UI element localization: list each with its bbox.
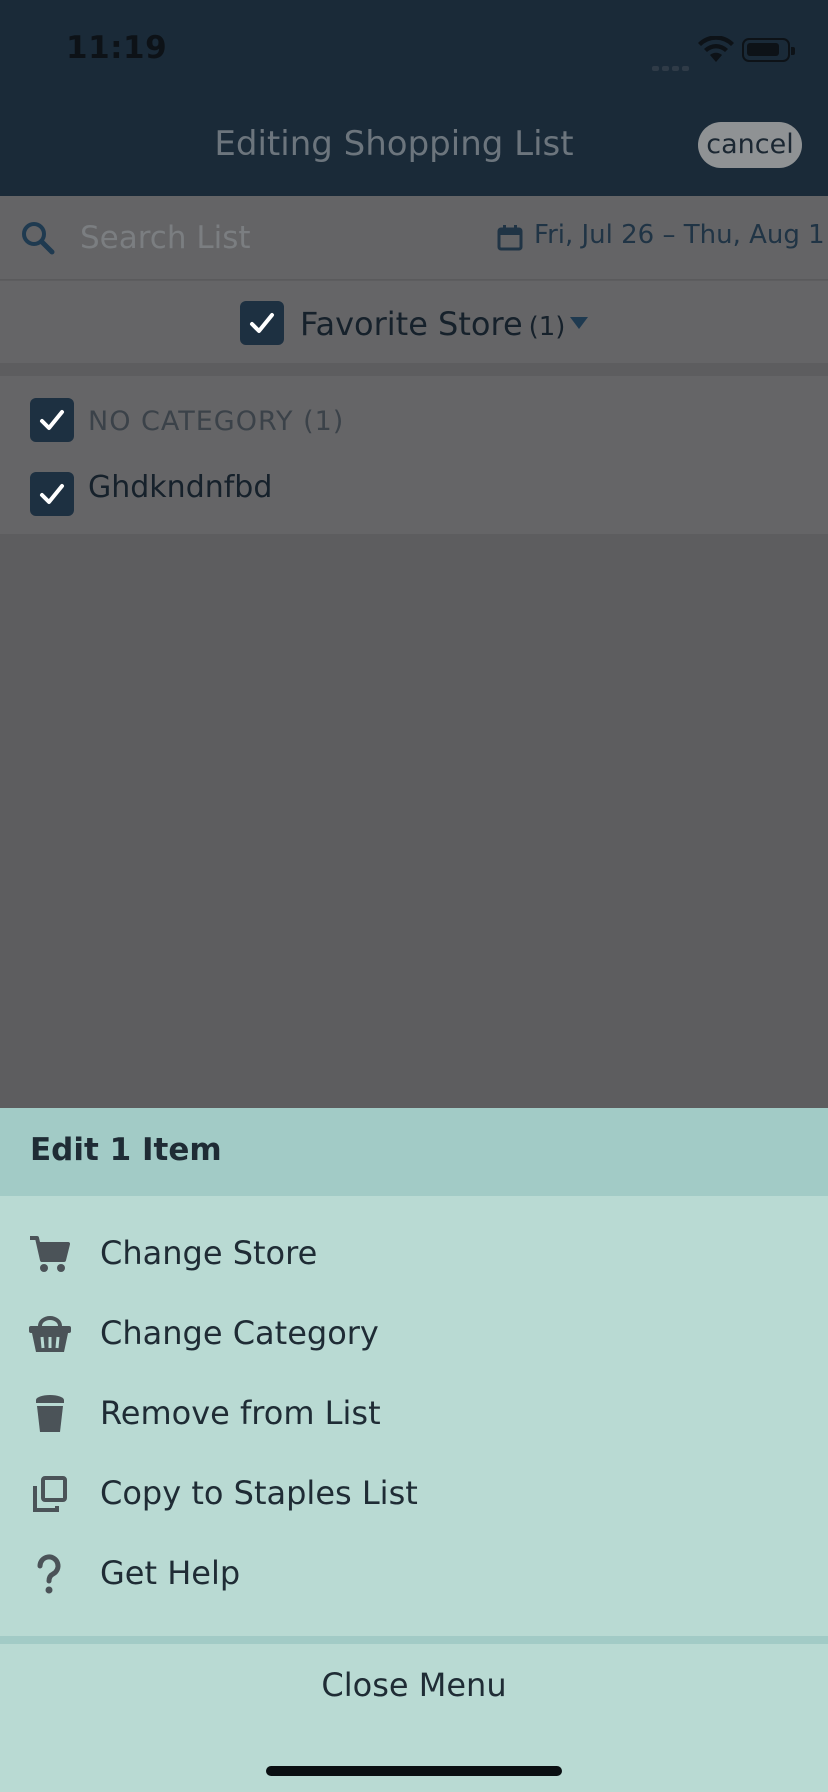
action-menu: Change Store Change Category Remove from… [0, 1196, 828, 1636]
cancel-button[interactable]: cancel [698, 122, 802, 168]
item-checkbox[interactable] [30, 472, 74, 516]
checkmark-icon [40, 484, 64, 504]
cart-icon [30, 1236, 70, 1272]
menu-item-label: Get Help [100, 1554, 241, 1592]
search-icon [22, 222, 55, 255]
divider [0, 1636, 828, 1644]
date-range[interactable]: Fri, Jul 26 – Thu, Aug 1 [534, 220, 825, 250]
menu-title: Edit 1 Item [30, 1132, 222, 1168]
status-bar: 11:19 [0, 0, 828, 100]
change-category-button[interactable]: Change Category [0, 1294, 828, 1374]
checkmark-icon [250, 313, 274, 333]
home-indicator[interactable] [266, 1766, 562, 1776]
list-item[interactable]: Ghdkndnfbd [88, 470, 272, 505]
get-help-button[interactable]: Get Help [0, 1534, 828, 1614]
checkmark-icon [40, 410, 64, 430]
category-header: NO CATEGORY (1) [88, 406, 345, 437]
wifi-icon [698, 36, 734, 62]
basket-icon [29, 1316, 71, 1352]
change-store-button[interactable]: Change Store [0, 1214, 828, 1294]
menu-item-label: Remove from List [100, 1394, 381, 1432]
battery-icon [742, 38, 795, 62]
question-icon [37, 1554, 61, 1594]
close-menu-button[interactable]: Close Menu [0, 1666, 828, 1704]
copy-icon [33, 1476, 67, 1512]
dropdown-arrow-icon[interactable] [568, 315, 590, 331]
store-count: (1) [528, 312, 566, 342]
store-checkbox[interactable] [240, 301, 284, 345]
store-selector[interactable]: Favorite Store (1) [0, 281, 828, 363]
calendar-icon [497, 225, 523, 251]
menu-item-label: Copy to Staples List [100, 1474, 418, 1512]
remove-from-list-button[interactable]: Remove from List [0, 1374, 828, 1454]
store-name: Favorite Store [300, 305, 523, 343]
search-row: Fri, Jul 26 – Thu, Aug 1 [0, 196, 828, 280]
store-label: Favorite Store (1) [300, 305, 565, 343]
search-input[interactable] [80, 214, 460, 262]
nav-bar: Editing Shopping List cancel [0, 100, 828, 196]
status-time: 11:19 [66, 30, 168, 66]
close-menu-row: Close Menu [0, 1644, 828, 1792]
menu-item-label: Change Store [100, 1234, 318, 1272]
category-checkbox[interactable] [30, 398, 74, 442]
menu-item-label: Change Category [100, 1314, 379, 1352]
menu-header: Edit 1 Item [0, 1108, 828, 1196]
shopping-list: NO CATEGORY (1) Ghdkndnfbd [0, 376, 828, 534]
copy-to-staples-button[interactable]: Copy to Staples List [0, 1454, 828, 1534]
signal-icon [652, 56, 692, 71]
trash-icon [36, 1395, 64, 1432]
page-title: Editing Shopping List [214, 124, 574, 164]
